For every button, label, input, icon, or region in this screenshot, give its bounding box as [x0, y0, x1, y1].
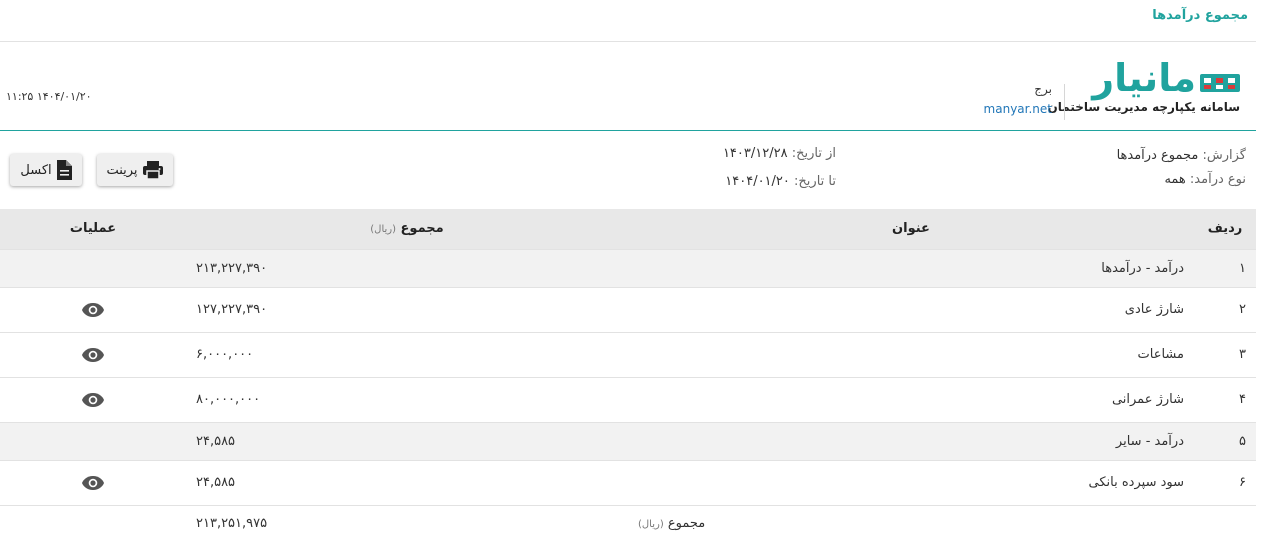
table-row: ۶ سود سپرده بانکی ۲۴,۵۸۵: [0, 459, 1256, 505]
filter-from-value: ۱۴۰۳/۱۲/۲۸: [722, 146, 788, 161]
row-sum: ۸۰,۰۰۰,۰۰۰: [186, 376, 628, 422]
row-sum: ۲۴,۵۸۵: [186, 459, 628, 505]
column-header-ops: عملیات: [0, 209, 186, 249]
eye-icon[interactable]: [81, 302, 105, 318]
row-index: ۲: [1194, 286, 1256, 332]
footer-total-value: ۲۱۳,۲۵۱,۹۷۵: [186, 504, 628, 541]
footer-unit: (ریال): [638, 518, 664, 530]
eye-icon[interactable]: [81, 475, 105, 491]
table-group-row: ۵ درآمد - سایر ۲۴,۵۸۵: [0, 421, 1256, 460]
file-icon: [56, 160, 72, 180]
filter-from-date: از تاریخ: ۱۴۰۳/۱۲/۲۸: [723, 146, 836, 161]
row-operations: [0, 331, 186, 377]
row-index: ۶: [1194, 459, 1256, 505]
row-index: ۱: [1194, 248, 1256, 287]
row-operations: [0, 376, 186, 422]
row-sum: ۶,۰۰۰,۰۰۰: [186, 331, 628, 377]
row-index: ۵: [1194, 421, 1256, 460]
eye-icon[interactable]: [81, 347, 105, 363]
filter-report-label: گزارش:: [1202, 148, 1246, 163]
row-index: ۴: [1194, 376, 1256, 422]
table-row: ۳ مشاعات ۶,۰۰۰,۰۰۰: [0, 331, 1256, 377]
table-footer-row: مجموع (ریال) ۲۱۳,۲۵۱,۹۷۵: [0, 504, 1256, 541]
filter-to-date: تا تاریخ: ۱۴۰۴/۰۱/۲۰: [725, 174, 836, 189]
filter-to-label: تا تاریخ:: [794, 174, 836, 189]
row-title: درآمد - سایر: [628, 421, 1194, 460]
filter-report-value: مجموع درآمدها: [1116, 148, 1199, 163]
row-title: مشاعات: [628, 331, 1194, 377]
row-operations: [0, 248, 186, 287]
income-table: ردیف عنوان مجموع (ریال) عملیات ۱ درآمد - …: [0, 209, 1256, 541]
building-name: برج: [1034, 82, 1052, 96]
filter-income-type: نوع درآمد: همه: [1164, 172, 1246, 187]
eye-icon[interactable]: [81, 392, 105, 408]
report-header: مانیار سامانه یکپارچه مدیریت ساختمان برج…: [0, 42, 1256, 131]
filter-to-value: ۱۴۰۴/۰۱/۲۰: [725, 174, 790, 189]
report-datetime: ۱۴۰۴/۰۱/۲۰ ۱۱:۲۵: [6, 90, 92, 103]
brand-tagline: سامانه یکپارچه مدیریت ساختمان: [1047, 100, 1240, 114]
row-sum: ۲۱۳,۲۲۷,۳۹۰: [186, 248, 628, 287]
page-header: مجموع درآمدها: [0, 0, 1256, 42]
row-operations: [0, 459, 186, 505]
column-header-index: ردیف: [1194, 209, 1256, 249]
column-header-sum-label: مجموع: [400, 221, 444, 237]
row-index: ۳: [1194, 331, 1256, 377]
filter-report: گزارش: مجموع درآمدها: [1117, 148, 1246, 163]
excel-export-button[interactable]: اکسل: [10, 154, 82, 186]
column-header-sum-unit: (ریال): [370, 224, 397, 236]
row-sum: ۱۲۷,۲۲۷,۳۹۰: [186, 286, 628, 332]
brand-logo: مانیار سامانه یکپارچه مدیریت ساختمان: [1048, 56, 1240, 118]
excel-button-label: اکسل: [20, 162, 52, 178]
row-title: درآمد - درآمدها: [628, 248, 1194, 287]
printer-icon: [142, 161, 163, 180]
row-sum: ۲۴,۵۸۵: [186, 421, 628, 460]
column-header-sum: مجموع (ریال): [186, 209, 628, 249]
brand-logo-text: مانیار: [1092, 56, 1197, 100]
table-row: ۴ شارژ عمرانی ۸۰,۰۰۰,۰۰۰: [0, 376, 1256, 422]
table-row: ۲ شارژ عادی ۱۲۷,۲۲۷,۳۹۰: [0, 286, 1256, 332]
print-button[interactable]: پرینت: [97, 154, 173, 186]
table-header-row: ردیف عنوان مجموع (ریال) عملیات: [0, 209, 1256, 249]
page-title: مجموع درآمدها: [1152, 8, 1248, 23]
filter-from-label: از تاریخ:: [791, 146, 836, 161]
site-url[interactable]: manyar.net: [984, 102, 1052, 116]
row-title: سود سپرده بانکی: [628, 459, 1194, 505]
row-operations: [0, 286, 186, 332]
table-group-row: ۱ درآمد - درآمدها ۲۱۳,۲۲۷,۳۹۰: [0, 248, 1256, 287]
column-header-title: عنوان: [628, 209, 1194, 249]
filter-type-value: همه: [1164, 172, 1186, 187]
footer-total-label: مجموع (ریال): [628, 504, 1194, 541]
print-button-label: پرینت: [106, 162, 138, 178]
row-operations: [0, 421, 186, 460]
row-title: شارژ عمرانی: [628, 376, 1194, 422]
building-logo-icon: [1200, 74, 1240, 92]
filter-type-label: نوع درآمد:: [1189, 172, 1246, 187]
divider: [1064, 84, 1065, 120]
row-title: شارژ عادی: [628, 286, 1194, 332]
